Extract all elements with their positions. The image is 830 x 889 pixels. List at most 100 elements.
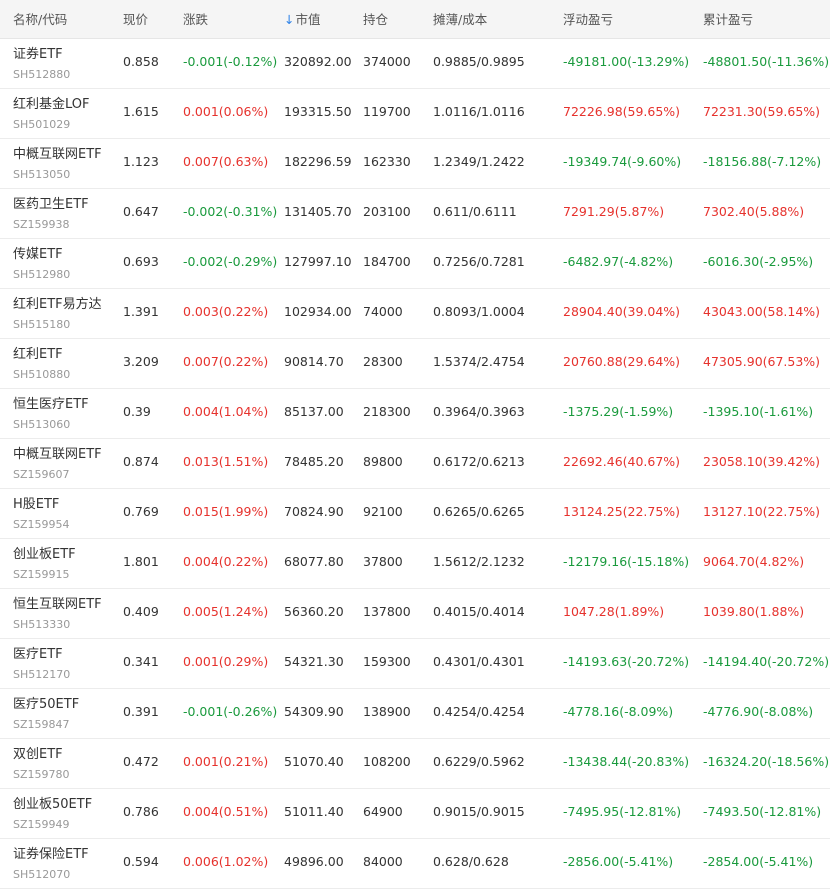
total-pnl-cell: -4776.90(-8.08%)	[703, 704, 814, 719]
holdings-table: 名称/代码 现价 涨跌 ↓市值 持仓 摊薄/成本 浮动盈亏 累计盈亏 证券ETF…	[0, 0, 830, 889]
cost-cell: 0.6229/0.5962	[433, 754, 525, 769]
total-pnl-cell: -14194.40(-20.72%)	[703, 654, 830, 669]
total-pnl-cell: -6016.30(-2.95%)	[703, 254, 814, 269]
fund-code: SZ159915	[13, 568, 70, 581]
price-cell: 0.409	[123, 604, 159, 619]
position-cell: 37800	[363, 554, 403, 569]
total-pnl-cell: 9064.70(4.82%)	[703, 554, 805, 569]
table-row[interactable]: 创业板50ETF SZ159949 0.786 0.004(0.51%) 51011.4…	[0, 789, 830, 839]
table-row[interactable]: 中概互联网ETF SZ159607 0.874 0.013(1.51%) 78485.2…	[0, 439, 830, 489]
cost-cell: 0.6265/0.6265	[433, 504, 525, 519]
column-header-position[interactable]: 持仓	[363, 0, 388, 39]
fund-name-cell: 双创ETF SZ159780	[13, 745, 70, 782]
table-row[interactable]: 医疗ETF SH512170 0.341 0.001(0.29%) 54321.30 15…	[0, 639, 830, 689]
change-cell: 0.007(0.22%)	[183, 354, 269, 369]
fund-name: 恒生医疗ETF	[13, 397, 89, 412]
fund-name: 传媒ETF	[13, 247, 63, 262]
change-cell: 0.004(0.51%)	[183, 804, 269, 819]
position-cell: 137800	[363, 604, 411, 619]
column-header-name[interactable]: 名称/代码	[13, 0, 67, 39]
total-pnl-cell: -18156.88(-7.12%)	[703, 154, 822, 169]
market-value-cell: 54321.30	[284, 654, 344, 669]
fund-name-cell: 医药卫生ETF SZ159938	[13, 195, 89, 232]
fund-code: SZ159847	[13, 718, 70, 731]
total-pnl-cell: 7302.40(5.88%)	[703, 204, 805, 219]
fund-code: SZ159949	[13, 818, 70, 831]
fund-name-cell: 证券保险ETF SH512070	[13, 845, 89, 882]
fund-code: SZ159780	[13, 768, 70, 781]
price-cell: 0.472	[123, 754, 159, 769]
price-cell: 1.801	[123, 554, 159, 569]
fund-name: 红利基金LOF	[13, 97, 90, 112]
table-row[interactable]: 证券保险ETF SH512070 0.594 0.006(1.02%) 49896.00…	[0, 839, 830, 889]
fund-name-cell: 红利基金LOF SH501029	[13, 95, 90, 132]
market-value-cell: 70824.90	[284, 504, 344, 519]
column-header-market-value[interactable]: ↓市值	[284, 0, 321, 39]
table-row[interactable]: 双创ETF SZ159780 0.472 0.001(0.21%) 51070.40 10…	[0, 739, 830, 789]
fund-code: SH512880	[13, 68, 71, 81]
table-row[interactable]: 证券ETF SH512880 0.858 -0.001(-0.12%) 320892.0…	[0, 39, 830, 89]
market-value-cell: 320892.00	[284, 54, 352, 69]
position-cell: 28300	[363, 354, 403, 369]
column-header-change[interactable]: 涨跌	[183, 0, 208, 39]
change-cell: 0.007(0.63%)	[183, 154, 269, 169]
float-pnl-cell: 28904.40(39.04%)	[563, 304, 681, 319]
change-cell: -0.002(-0.31%)	[183, 204, 278, 219]
fund-code: SH513060	[13, 418, 71, 431]
table-row[interactable]: 恒生互联网ETF SH513330 0.409 0.005(1.24%) 56360.2…	[0, 589, 830, 639]
change-cell: 0.005(1.24%)	[183, 604, 269, 619]
fund-name: 中概互联网ETF	[13, 147, 102, 162]
total-pnl-cell: -16324.20(-18.56%)	[703, 754, 830, 769]
fund-code: SZ159938	[13, 218, 70, 231]
fund-name: 医疗ETF	[13, 647, 63, 662]
price-cell: 1.123	[123, 154, 159, 169]
float-pnl-cell: -2856.00(-5.41%)	[563, 854, 674, 869]
market-value-cell: 51011.40	[284, 804, 344, 819]
float-pnl-cell: 13124.25(22.75%)	[563, 504, 681, 519]
cost-cell: 0.3964/0.3963	[433, 404, 525, 419]
position-cell: 218300	[363, 404, 411, 419]
fund-name: 创业板ETF	[13, 547, 76, 562]
table-row[interactable]: H股ETF SZ159954 0.769 0.015(1.99%) 70824.90 92…	[0, 489, 830, 539]
market-value-cell: 51070.40	[284, 754, 344, 769]
table-row[interactable]: 红利ETF SH510880 3.209 0.007(0.22%) 90814.70 28…	[0, 339, 830, 389]
market-value-cell: 85137.00	[284, 404, 344, 419]
price-cell: 0.786	[123, 804, 159, 819]
position-cell: 108200	[363, 754, 411, 769]
change-cell: -0.001(-0.26%)	[183, 704, 278, 719]
float-pnl-cell: -13438.44(-20.83%)	[563, 754, 690, 769]
column-header-cost[interactable]: 摊薄/成本	[433, 0, 487, 39]
total-pnl-cell: 23058.10(39.42%)	[703, 454, 821, 469]
table-row[interactable]: 医药卫生ETF SZ159938 0.647 -0.002(-0.31%) 131405…	[0, 189, 830, 239]
table-row[interactable]: 红利ETF易方达 SH515180 1.391 0.003(0.22%) 102934.…	[0, 289, 830, 339]
change-cell: -0.002(-0.29%)	[183, 254, 278, 269]
fund-code: SZ159954	[13, 518, 70, 531]
price-cell: 0.693	[123, 254, 159, 269]
column-header-market-value-label: 市值	[295, 12, 321, 27]
table-row[interactable]: 传媒ETF SH512980 0.693 -0.002(-0.29%) 127997.1…	[0, 239, 830, 289]
fund-name-cell: 中概互联网ETF SZ159607	[13, 445, 102, 482]
fund-name: 双创ETF	[13, 747, 63, 762]
table-row[interactable]: 红利基金LOF SH501029 1.615 0.001(0.06%) 193315.5…	[0, 89, 830, 139]
total-pnl-cell: 1039.80(1.88%)	[703, 604, 805, 619]
price-cell: 1.391	[123, 304, 159, 319]
column-header-price[interactable]: 现价	[123, 0, 148, 39]
table-row[interactable]: 创业板ETF SZ159915 1.801 0.004(0.22%) 68077.80 3…	[0, 539, 830, 589]
table-row[interactable]: 医疗50ETF SZ159847 0.391 -0.001(-0.26%) 54309.…	[0, 689, 830, 739]
position-cell: 159300	[363, 654, 411, 669]
cost-cell: 1.2349/1.2422	[433, 154, 525, 169]
table-row[interactable]: 恒生医疗ETF SH513060 0.39 0.004(1.04%) 85137.00 2…	[0, 389, 830, 439]
price-cell: 0.769	[123, 504, 159, 519]
cost-cell: 0.7256/0.7281	[433, 254, 525, 269]
float-pnl-cell: -19349.74(-9.60%)	[563, 154, 682, 169]
column-header-total-pnl[interactable]: 累计盈亏	[703, 0, 753, 39]
fund-name-cell: 证券ETF SH512880	[13, 45, 70, 82]
cost-cell: 0.628/0.628	[433, 854, 509, 869]
table-row[interactable]: 中概互联网ETF SH513050 1.123 0.007(0.63%) 182296.…	[0, 139, 830, 189]
fund-code: SH501029	[13, 118, 71, 131]
column-header-float-pnl[interactable]: 浮动盈亏	[563, 0, 613, 39]
fund-name-cell: 红利ETF易方达 SH515180	[13, 295, 102, 332]
float-pnl-cell: 20760.88(29.64%)	[563, 354, 681, 369]
change-cell: 0.001(0.06%)	[183, 104, 269, 119]
market-value-cell: 68077.80	[284, 554, 344, 569]
